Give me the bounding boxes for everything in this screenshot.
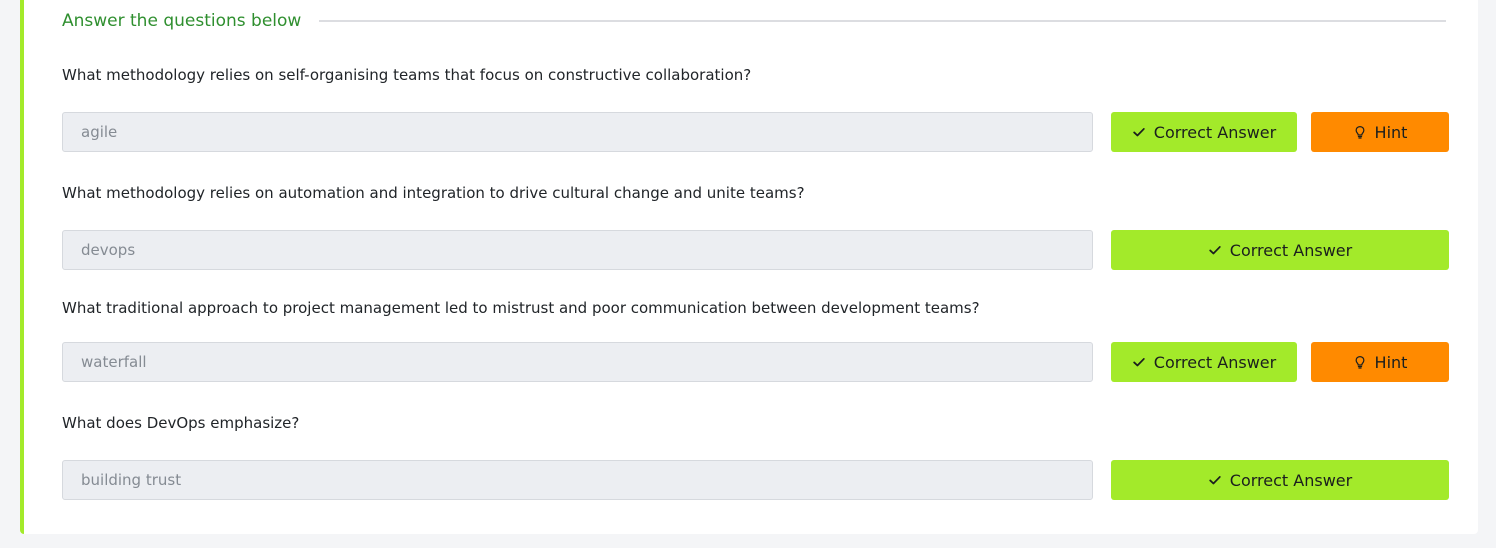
correct-answer-button[interactable]: Correct Answer xyxy=(1111,460,1449,500)
question-text: What traditional approach to project man… xyxy=(62,299,980,317)
question-text: What methodology relies on self-organisi… xyxy=(62,66,752,84)
correct-answer-button[interactable]: Correct Answer xyxy=(1111,342,1297,382)
answer-input[interactable] xyxy=(62,460,1093,500)
check-icon xyxy=(1132,125,1146,139)
check-icon xyxy=(1208,473,1222,487)
correct-answer-label: Correct Answer xyxy=(1229,470,1353,490)
correct-answer-label: Correct Answer xyxy=(1153,352,1277,372)
question-text: What methodology relies on automation an… xyxy=(62,184,805,202)
lightbulb-icon xyxy=(1353,355,1367,369)
correct-answer-label: Correct Answer xyxy=(1153,122,1277,142)
lightbulb-icon xyxy=(1353,125,1367,139)
section-header: Answer the questions below xyxy=(62,8,1446,34)
answer-input[interactable] xyxy=(62,342,1093,382)
section-title: Answer the questions below xyxy=(62,11,302,31)
header-divider xyxy=(319,20,1446,22)
hint-label: Hint xyxy=(1374,352,1408,372)
answer-input[interactable] xyxy=(62,112,1093,152)
question-text: What does DevOps emphasize? xyxy=(62,414,300,432)
correct-answer-button[interactable]: Correct Answer xyxy=(1111,230,1449,270)
task-card: Answer the questions below What methodol… xyxy=(20,0,1478,534)
hint-label: Hint xyxy=(1374,122,1408,142)
check-icon xyxy=(1208,243,1222,257)
hint-button[interactable]: Hint xyxy=(1311,112,1449,152)
correct-answer-label: Correct Answer xyxy=(1229,240,1353,260)
hint-button[interactable]: Hint xyxy=(1311,342,1449,382)
answer-input[interactable] xyxy=(62,230,1093,270)
check-icon xyxy=(1132,355,1146,369)
correct-answer-button[interactable]: Correct Answer xyxy=(1111,112,1297,152)
